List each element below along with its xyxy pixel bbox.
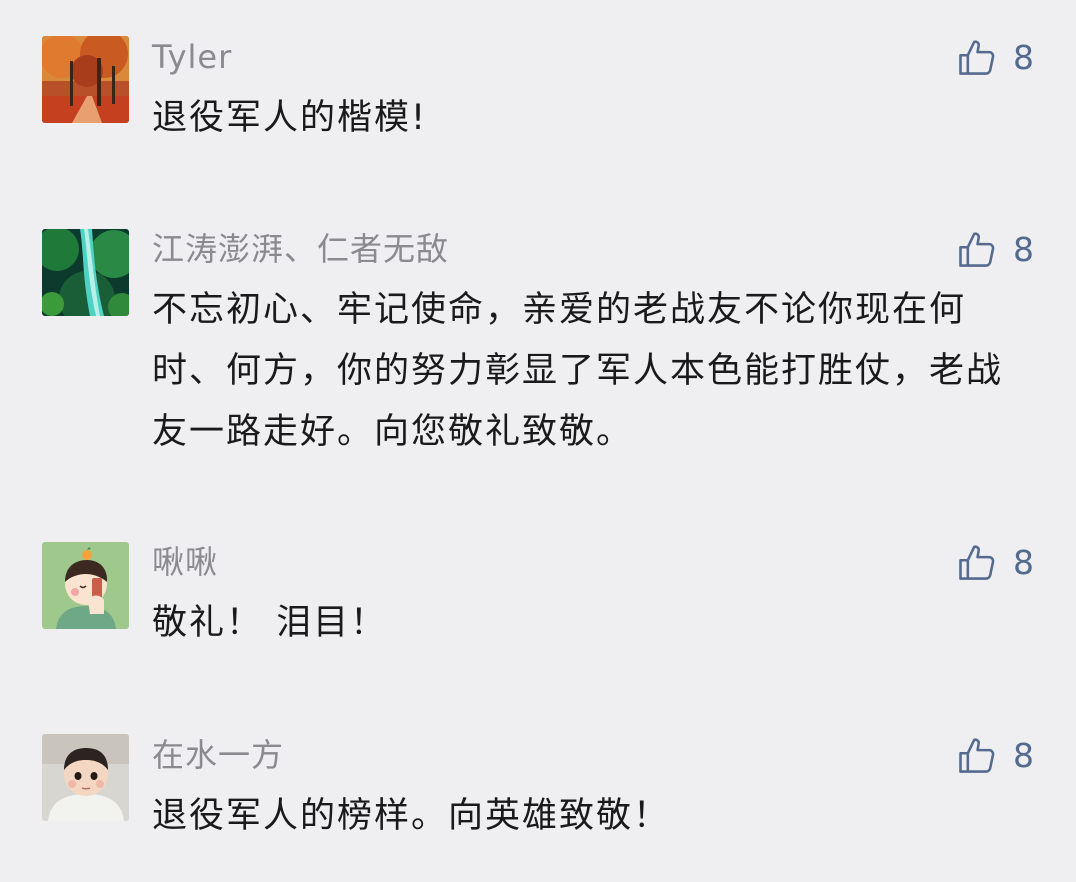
- avatar[interactable]: [42, 734, 129, 821]
- autumn-trees-avatar: [42, 36, 129, 123]
- like-button[interactable]: 8: [955, 227, 1034, 273]
- avatar[interactable]: [42, 229, 129, 316]
- comment-nickname[interactable]: 在水一方: [152, 735, 284, 775]
- avatar[interactable]: [42, 542, 129, 629]
- comment-text: 敬礼！ 泪目！: [152, 603, 388, 643]
- comment-nickname[interactable]: Tyler: [152, 37, 232, 77]
- cartoon-person-avatar: [42, 542, 129, 629]
- thumbs-up-icon: [959, 738, 995, 773]
- comment-text: 退役军人的榜样。向英雄致敬！: [152, 796, 671, 836]
- comment-list: Tyler 退役军人的楷模! 8 江涛澎湃、仁者无敌 不忘初心、牢记使命，亲爱的…: [0, 0, 1076, 882]
- like-count: 8: [1013, 543, 1034, 582]
- comment-nickname[interactable]: 啾啾: [152, 542, 218, 582]
- comment-text: 不忘初心、牢记使命，亲爱的老战友不论你现在何时、何方，你的努力彰显了军人本色能打…: [152, 290, 1004, 452]
- thumbs-up-icon: [959, 40, 995, 75]
- like-button[interactable]: 8: [955, 540, 1034, 586]
- like-count: 8: [1013, 38, 1034, 77]
- avatar[interactable]: [42, 36, 129, 123]
- like-button[interactable]: 8: [955, 35, 1034, 81]
- baby-photo-avatar: [42, 734, 129, 821]
- like-count: 8: [1013, 230, 1034, 269]
- comment-nickname[interactable]: 江涛澎湃、仁者无敌: [152, 229, 449, 269]
- thumbs-up-icon: [959, 232, 995, 267]
- like-button[interactable]: 8: [955, 733, 1034, 779]
- thumbs-up-icon: [959, 545, 995, 580]
- like-count: 8: [1013, 736, 1034, 775]
- green-waterfall-avatar: [42, 229, 129, 316]
- comment-text: 退役军人的楷模!: [152, 98, 428, 138]
